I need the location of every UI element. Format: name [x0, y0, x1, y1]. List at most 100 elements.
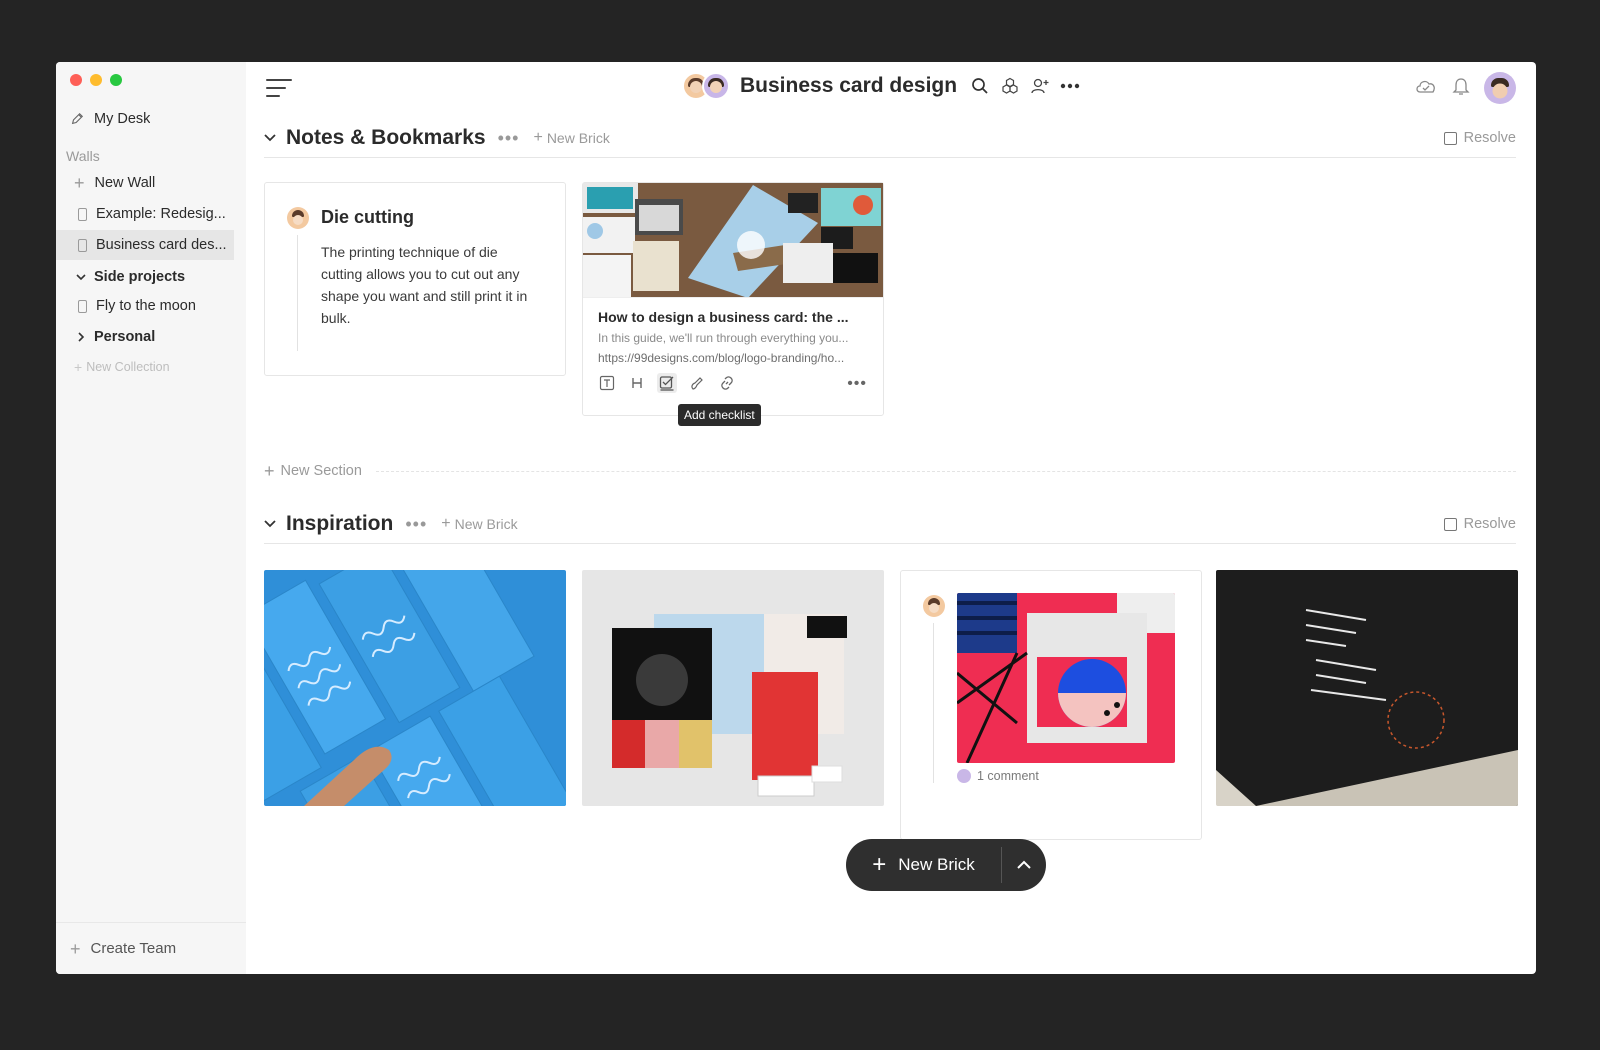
sidebar-item-my-desk[interactable]: My Desk — [70, 104, 248, 134]
resolve-checkbox[interactable]: Resolve — [1443, 516, 1516, 532]
image-brick[interactable] — [582, 570, 884, 806]
bookmark-thumbnail[interactable] — [583, 183, 883, 298]
new-brick-label: New Brick — [546, 129, 610, 146]
collaborator-avatars[interactable] — [682, 72, 730, 100]
pen-icon — [70, 111, 84, 127]
tooltip: Add checklist — [678, 404, 761, 426]
divider — [375, 470, 1516, 472]
section-header-inspiration: Inspiration ••• + New Brick Resolve — [264, 504, 1516, 544]
window-controls — [70, 74, 122, 86]
main-content: Business card design Notes & Bookmarks •… — [246, 62, 1536, 974]
checklist-icon[interactable] — [657, 373, 677, 393]
new-brick-button[interactable]: + New Brick — [533, 128, 610, 146]
sidebar-item-label: My Desk — [94, 111, 151, 127]
resolve-label: Resolve — [1463, 130, 1516, 146]
bookmark-title[interactable]: How to design a business card: the ... — [598, 309, 864, 325]
sidebar-item-wall[interactable]: Fly to the moon — [56, 291, 234, 321]
document-icon — [78, 207, 87, 221]
plus-icon: + — [264, 461, 275, 481]
chevron-down-icon[interactable] — [264, 133, 276, 143]
thread-line — [933, 623, 934, 783]
app-window: My Desk Walls + New Wall Example: Redesi… — [56, 62, 1536, 974]
collection-personal[interactable]: Personal — [74, 322, 252, 352]
new-brick-label: New Brick — [898, 855, 975, 874]
user-avatar[interactable] — [1484, 72, 1516, 104]
add-user-icon[interactable] — [1029, 75, 1051, 97]
new-brick-button[interactable]: + New Brick — [846, 839, 1001, 891]
new-wall-label: New Wall — [94, 175, 156, 191]
checkbox[interactable] — [1443, 131, 1457, 145]
comment-label: 1 comment — [977, 769, 1039, 783]
sidebar: My Desk Walls + New Wall Example: Redesi… — [56, 62, 246, 974]
resolve-label: Resolve — [1463, 516, 1516, 532]
plus-icon: + — [70, 938, 81, 959]
sidebar-item-label: Example: Redesig... — [96, 206, 226, 222]
avatar — [287, 207, 309, 229]
checkbox[interactable] — [1443, 517, 1457, 531]
sidebar-item-label: Business card des... — [96, 237, 227, 253]
note-brick[interactable]: Die cutting The printing technique of di… — [264, 182, 566, 376]
create-team-label: Create Team — [90, 940, 177, 957]
menu-icon[interactable] — [266, 79, 292, 103]
thread-line — [297, 235, 298, 351]
chevron-up-icon[interactable] — [1002, 839, 1046, 891]
search-icon[interactable] — [969, 75, 991, 97]
bookmark-description: In this guide, we'll run through everyth… — [598, 331, 849, 345]
more-icon[interactable]: ••• — [847, 375, 867, 393]
collection-side-projects[interactable]: Side projects — [74, 262, 252, 292]
more-icon[interactable]: ••• — [498, 129, 520, 147]
more-icon[interactable] — [1059, 75, 1081, 97]
collection-label: Side projects — [94, 269, 186, 285]
section-title[interactable]: Notes & Bookmarks — [286, 126, 486, 150]
new-brick-floating-button: + New Brick — [846, 839, 1046, 891]
plus-icon: + — [441, 514, 451, 532]
bell-icon[interactable] — [1452, 76, 1470, 101]
image-note-brick[interactable]: 1 comment — [900, 570, 1202, 840]
chevron-down-icon[interactable] — [264, 519, 276, 529]
create-team-button[interactable]: + Create Team — [56, 922, 246, 974]
bookmark-url[interactable]: https://99designs.com/blog/logo-branding… — [598, 351, 864, 365]
more-icon[interactable]: ••• — [405, 515, 427, 533]
sidebar-item-wall-active[interactable]: Business card des... — [56, 230, 234, 260]
plus-icon: + — [74, 173, 85, 193]
plus-icon: + — [74, 359, 83, 375]
page-title[interactable]: Business card design — [740, 74, 957, 98]
image-brick[interactable] — [264, 570, 566, 806]
bookmark-brick[interactable]: How to design a business card: the ... I… — [582, 182, 884, 416]
chevron-right-icon — [74, 332, 88, 342]
minimize-window-button[interactable] — [90, 74, 102, 86]
avatar — [957, 769, 971, 783]
cubes-icon[interactable] — [999, 75, 1021, 97]
link-icon[interactable] — [717, 373, 737, 393]
zoom-window-button[interactable] — [110, 74, 122, 86]
new-collection-button[interactable]: + New Collection — [74, 352, 252, 382]
plus-icon: + — [533, 128, 543, 146]
chevron-down-icon — [74, 272, 88, 282]
new-collection-label: New Collection — [86, 360, 170, 374]
basketball-image[interactable] — [957, 593, 1175, 763]
sidebar-item-wall[interactable]: Example: Redesig... — [56, 199, 234, 229]
walls-heading: Walls — [66, 148, 100, 164]
brick-toolbar — [597, 373, 737, 393]
note-title[interactable]: Die cutting — [321, 207, 414, 228]
draw-icon[interactable] — [687, 373, 707, 393]
sidebar-item-label: Fly to the moon — [96, 298, 196, 314]
document-icon — [78, 299, 87, 313]
new-brick-button[interactable]: + New Brick — [441, 514, 517, 532]
new-section-label: New Section — [280, 463, 362, 479]
new-section-button[interactable]: + New Section — [264, 462, 1516, 480]
text-format-icon[interactable] — [597, 373, 617, 393]
heading-icon[interactable] — [627, 373, 647, 393]
avatar — [702, 72, 730, 100]
section-header-notes: Notes & Bookmarks ••• + New Brick Resolv… — [264, 118, 1516, 158]
comment-count[interactable]: 1 comment — [957, 769, 1039, 783]
new-wall-button[interactable]: + New Wall — [74, 168, 252, 198]
note-body[interactable]: The printing technique of die cutting al… — [321, 241, 541, 329]
image-brick[interactable] — [1216, 570, 1518, 806]
close-window-button[interactable] — [70, 74, 82, 86]
resolve-checkbox[interactable]: Resolve — [1443, 130, 1516, 146]
avatar — [923, 595, 945, 617]
cloud-icon[interactable] — [1414, 77, 1438, 100]
section-title[interactable]: Inspiration — [286, 512, 393, 536]
wall-title-bar: Business card design — [682, 70, 1089, 102]
